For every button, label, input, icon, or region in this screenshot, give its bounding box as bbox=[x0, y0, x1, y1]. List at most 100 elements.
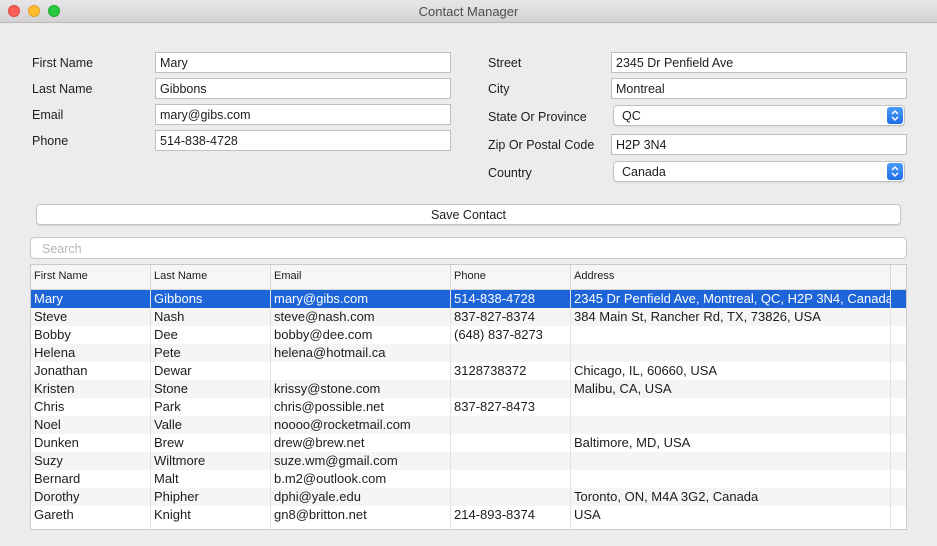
cell-email: steve@nash.com bbox=[274, 309, 375, 324]
country-select[interactable]: Canada bbox=[613, 161, 905, 182]
table-row[interactable]: Helena Pete helena@hotmail.ca bbox=[31, 344, 906, 362]
cell-phone: 514-838-4728 bbox=[454, 291, 535, 306]
street-field[interactable]: 2345 Dr Penfield Ave bbox=[611, 52, 907, 73]
column-header-last-name[interactable]: Last Name bbox=[151, 265, 271, 289]
country-label: Country bbox=[488, 166, 532, 180]
cell-first-name: Kristen bbox=[34, 381, 75, 396]
cell-email: dphi@yale.edu bbox=[274, 489, 361, 504]
column-divider bbox=[270, 289, 271, 529]
cell-email: helena@hotmail.ca bbox=[274, 345, 386, 360]
cell-first-name: Mary bbox=[34, 291, 63, 306]
cell-last-name: Phipher bbox=[154, 489, 199, 504]
column-divider bbox=[150, 289, 151, 529]
cell-email: b.m2@outlook.com bbox=[274, 471, 387, 486]
cell-address bbox=[571, 417, 890, 434]
chevron-updown-icon bbox=[887, 107, 903, 124]
cell-first-name: Gareth bbox=[34, 507, 74, 522]
cell-phone bbox=[451, 453, 570, 470]
cell-address: Toronto, ON, M4A 3G2, Canada bbox=[574, 489, 759, 504]
cell-address bbox=[571, 399, 890, 416]
cell-email: suze.wm@gmail.com bbox=[274, 453, 398, 468]
table-row[interactable]: Dunken Brew drew@brew.net Baltimore, MD, US… bbox=[31, 434, 906, 452]
cell-phone: 214-893-8374 bbox=[454, 507, 535, 522]
cell-last-name: Stone bbox=[154, 381, 188, 396]
cell-address bbox=[571, 453, 890, 470]
cell-first-name: Suzy bbox=[34, 453, 63, 468]
cell-first-name: Jonathan bbox=[34, 363, 88, 378]
email-field[interactable]: mary@gibs.com bbox=[155, 104, 451, 125]
column-divider bbox=[450, 289, 451, 529]
cell-address: Chicago, IL, 60660, USA bbox=[574, 363, 718, 378]
table-row[interactable]: Chris Park chris@possible.net 837-827-8473 bbox=[31, 398, 906, 416]
table-header: First Name Last Name Email Phone Address bbox=[31, 265, 906, 290]
cell-last-name: Knight bbox=[154, 507, 191, 522]
cell-phone bbox=[451, 489, 570, 506]
cell-email: drew@brew.net bbox=[274, 435, 365, 450]
cell-first-name: Bobby bbox=[34, 327, 71, 342]
cell-first-name: Steve bbox=[34, 309, 68, 324]
zip-field[interactable]: H2P 3N4 bbox=[611, 134, 907, 155]
column-header-first-name[interactable]: First Name bbox=[31, 265, 151, 289]
column-divider bbox=[570, 289, 571, 529]
cell-phone bbox=[451, 435, 570, 452]
cell-phone: (648) 837-8273 bbox=[454, 327, 543, 342]
cell-email: gn8@britton.net bbox=[274, 507, 367, 522]
zip-label: Zip Or Postal Code bbox=[488, 138, 595, 152]
state-select[interactable]: QC bbox=[613, 105, 905, 126]
save-contact-button[interactable]: Save Contact bbox=[36, 204, 901, 225]
table-row[interactable]: Mary Gibbons mary@gibs.com 514-838-4728 2345… bbox=[31, 290, 906, 308]
table-row[interactable]: Gareth Knight gn8@britton.net 214-893-8374 U… bbox=[31, 506, 906, 524]
cell-address bbox=[571, 471, 890, 488]
cell-phone bbox=[451, 417, 570, 434]
first-name-field[interactable]: Mary bbox=[155, 52, 451, 73]
street-label: Street bbox=[488, 56, 522, 70]
cell-email: krissy@stone.com bbox=[274, 381, 381, 396]
cell-email: mary@gibs.com bbox=[274, 291, 369, 306]
cell-address bbox=[571, 327, 890, 344]
cell-last-name: Park bbox=[154, 399, 181, 414]
table-row[interactable]: Steve Nash steve@nash.com 837-827-8374 384 M… bbox=[31, 308, 906, 326]
cell-first-name: Dunken bbox=[34, 435, 79, 450]
cell-last-name: Valle bbox=[154, 417, 182, 432]
column-header-address[interactable]: Address bbox=[571, 265, 891, 289]
cell-phone: 837-827-8374 bbox=[454, 309, 535, 324]
cell-phone bbox=[451, 381, 570, 398]
title-bar: Contact Manager bbox=[0, 0, 937, 23]
state-select-value: QC bbox=[622, 109, 641, 123]
first-name-label: First Name bbox=[32, 56, 94, 70]
cell-email: chris@possible.net bbox=[274, 399, 385, 414]
column-divider bbox=[890, 289, 891, 529]
table-row[interactable]: Bernard Malt b.m2@outlook.com bbox=[31, 470, 906, 488]
cell-address: Malibu, CA, USA bbox=[574, 381, 672, 396]
table-row[interactable]: Kristen Stone krissy@stone.com Malibu, CA, … bbox=[31, 380, 906, 398]
cell-email: bobby@dee.com bbox=[274, 327, 373, 342]
column-header-email[interactable]: Email bbox=[271, 265, 451, 289]
cell-first-name: Dorothy bbox=[34, 489, 80, 504]
cell-first-name: Noel bbox=[34, 417, 61, 432]
cell-last-name: Dewar bbox=[154, 363, 192, 378]
search-input[interactable]: Search bbox=[30, 237, 907, 259]
cell-phone bbox=[451, 345, 570, 362]
column-header-phone[interactable]: Phone bbox=[451, 265, 571, 289]
table-row[interactable]: Bobby Dee bobby@dee.com (648) 837-8273 bbox=[31, 326, 906, 344]
phone-field[interactable]: 514-838-4728 bbox=[155, 130, 451, 151]
cell-last-name: Wiltmore bbox=[154, 453, 206, 468]
cell-phone bbox=[451, 471, 570, 488]
cell-last-name: Malt bbox=[154, 471, 179, 486]
cell-address: 384 Main St, Rancher Rd, TX, 73826, USA bbox=[574, 309, 821, 324]
country-select-value: Canada bbox=[622, 165, 666, 179]
cell-first-name: Bernard bbox=[34, 471, 81, 486]
table-row[interactable]: Suzy Wiltmore suze.wm@gmail.com bbox=[31, 452, 906, 470]
cell-phone: 3128738372 bbox=[454, 363, 527, 378]
cell-last-name: Brew bbox=[154, 435, 184, 450]
city-field[interactable]: Montreal bbox=[611, 78, 907, 99]
table-row[interactable]: Dorothy Phipher dphi@yale.edu Toronto, ON, … bbox=[31, 488, 906, 506]
table-row[interactable]: Jonathan Dewar 3128738372 Chicago, IL, 6066… bbox=[31, 362, 906, 380]
cell-address bbox=[571, 345, 890, 362]
table-row[interactable]: Noel Valle noooo@rocketmail.com bbox=[31, 416, 906, 434]
cell-address: 2345 Dr Penfield Ave, Montreal, QC, H2P … bbox=[574, 291, 890, 306]
last-name-field[interactable]: Gibbons bbox=[155, 78, 451, 99]
last-name-label: Last Name bbox=[32, 82, 93, 96]
cell-address: Baltimore, MD, USA bbox=[574, 435, 691, 450]
contacts-table: First Name Last Name Email Phone Address… bbox=[30, 264, 907, 530]
